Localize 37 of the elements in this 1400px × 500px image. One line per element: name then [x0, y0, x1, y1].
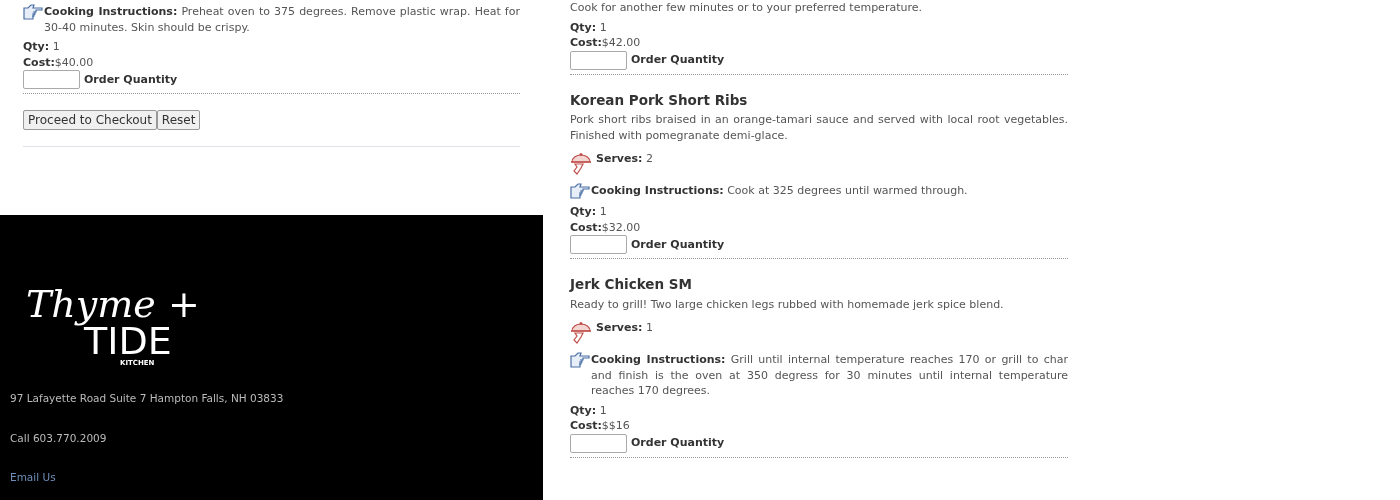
cooking-instructions-text: Cooking Instructions: Grill until internal temperature reaches 170 or grill to char and finish is the oven at 350 degress for 30 minutes until internal temperature reaches 170 degrees. [591, 352, 1068, 399]
cost-text: Cost:$$16 [570, 418, 631, 434]
order-quantity-label: Order Quantity [84, 71, 178, 88]
serves-text: Serves: 2 [596, 151, 653, 167]
reset-button[interactable]: Reset [156, 110, 201, 130]
order-quantity-field[interactable] [570, 50, 627, 70]
checkout-button[interactable]: Proceed to Checkout [23, 110, 157, 130]
qty-text: Qty: 1 [570, 19, 608, 35]
item-title: Korean Pork Short Ribs [570, 92, 749, 108]
order-quantity-field[interactable] [23, 70, 80, 89]
pointing-hand-icon [570, 352, 590, 369]
serving-cloche-icon [570, 151, 592, 175]
cooking-instructions-text: Cooking Instructions: Cook at 325 degrees until warmed through. [591, 183, 969, 199]
cost-text: Cost:$32.00 [570, 219, 642, 235]
cost-text: Cost:$40.00 [23, 54, 95, 70]
item-description: Pork short ribs braised in an orange-tamari sauce and served with local root vegetables. Finished with pomegranate demi-glace. [570, 112, 1068, 143]
order-quantity-field[interactable] [570, 235, 627, 254]
qty-text: Qty: 1 [570, 204, 608, 220]
item-description: Ready to grill! Two large chicken legs rubbed with homemade jerk spice blend. [570, 296, 1005, 312]
serving-cloche-icon [570, 320, 592, 344]
cooking-instructions-text: Cook for another few minutes or to your preferred temperature. [570, 0, 923, 16]
order-quantity-label: Order Quantity [631, 236, 725, 253]
serves-text: Serves: 1 [596, 320, 653, 336]
item-title: Jerk Chicken SM [570, 277, 693, 293]
order-quantity-label: Order Quantity [631, 435, 725, 451]
cooking-instructions-text: Cooking Instructions: Preheat oven to 375 degrees. Remove plastic wrap. Heat for 30-40 minutes. Skin should be crispy. [44, 4, 520, 35]
order-quantity-label: Order Quantity [631, 52, 725, 68]
qty-text: Qty: 1 [23, 39, 61, 55]
pointing-hand-icon [23, 4, 43, 21]
address-text: 97 Lafayette Road Suite 7 Hampton Falls, NH 03833 [10, 391, 285, 406]
cost-text: Cost:$42.00 [570, 35, 642, 51]
phone-text: Call 603.770.2009 [10, 430, 108, 446]
logo-text: TIDE [84, 323, 173, 359]
qty-text: Qty: 1 [570, 402, 608, 418]
pointing-hand-icon [570, 183, 590, 200]
email-link[interactable]: Email Us [10, 471, 56, 483]
order-quantity-field[interactable] [570, 433, 627, 453]
